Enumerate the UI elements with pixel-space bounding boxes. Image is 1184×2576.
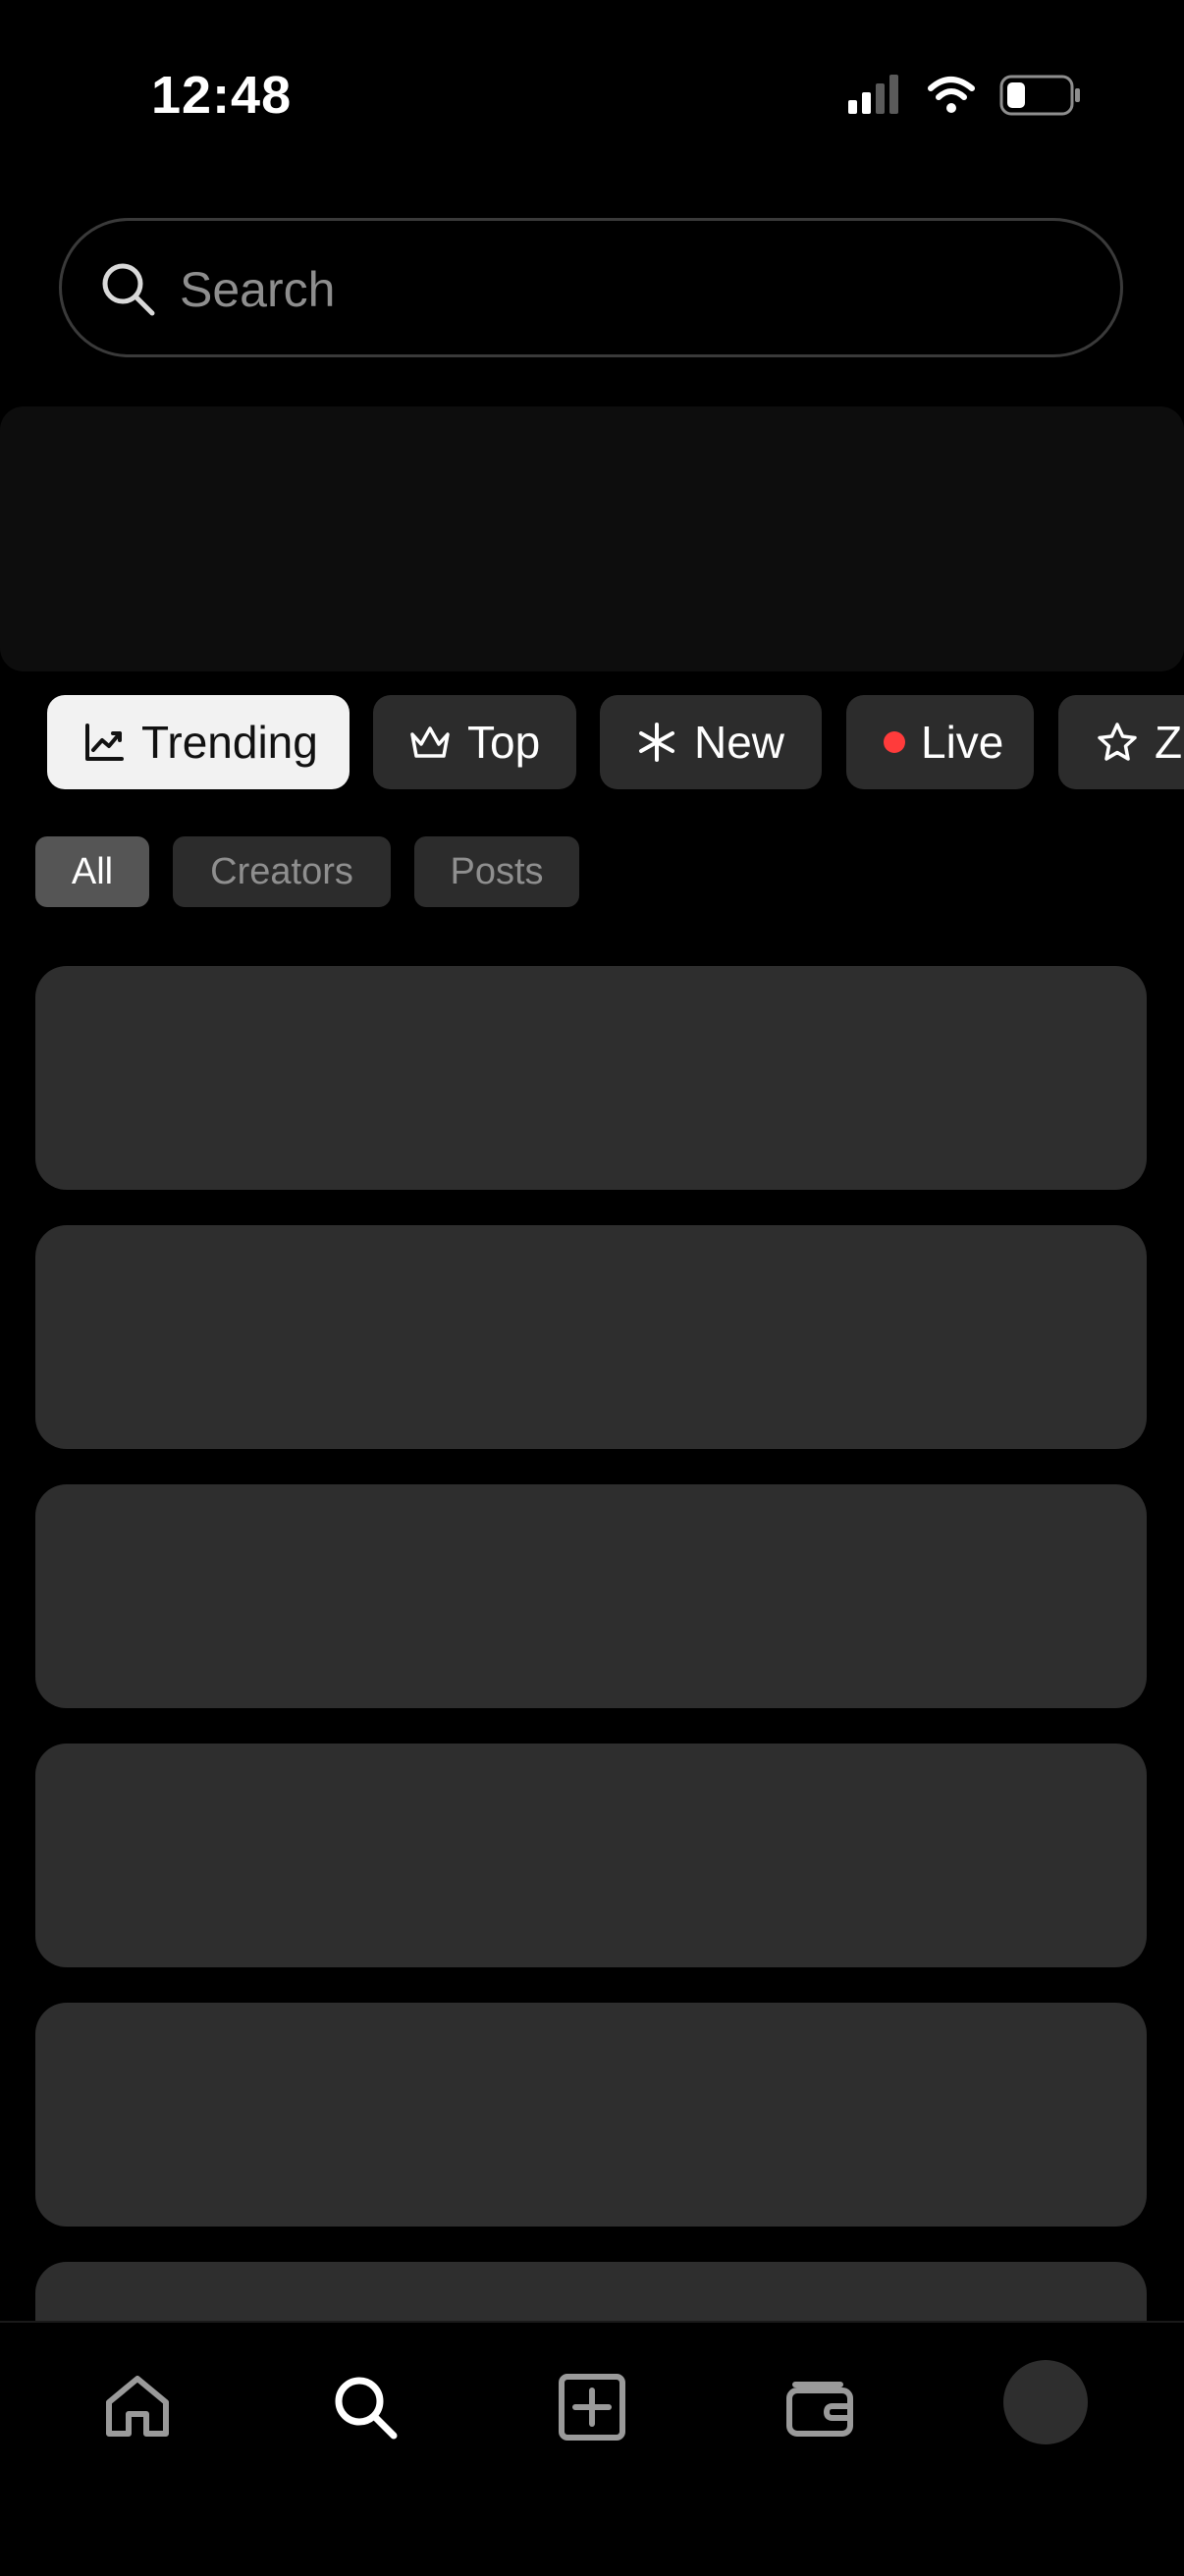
chip-zo-label: Zo — [1155, 717, 1184, 768]
list-item-placeholder[interactable] — [35, 1484, 1147, 1708]
battery-icon — [999, 75, 1080, 116]
banner-placeholder — [0, 406, 1184, 671]
list-item-placeholder[interactable] — [35, 2262, 1147, 2321]
chip-zo[interactable]: Zo — [1058, 695, 1184, 789]
wallet-icon — [786, 2382, 853, 2437]
search-icon — [102, 263, 155, 316]
crown-icon — [410, 726, 450, 758]
wifi-icon — [928, 77, 975, 113]
chip-trending[interactable]: Trending — [47, 695, 350, 789]
chip-top-label: Top — [467, 717, 541, 768]
chip-top[interactable]: Top — [373, 695, 576, 789]
filter-row[interactable]: All Creators Posts — [0, 836, 1184, 907]
cellular-signal-icon — [848, 75, 898, 114]
asterisk-icon — [639, 723, 674, 762]
status-time: 12:48 — [151, 66, 293, 125]
category-chip-row[interactable]: Trending Top New Live Zo — [0, 695, 1184, 789]
chip-new-label: New — [694, 717, 785, 768]
trending-chart-icon — [85, 724, 124, 761]
chip-live-label: Live — [921, 717, 1004, 768]
status-bar: 12:48 — [0, 0, 1184, 187]
list-item-placeholder[interactable] — [35, 1225, 1147, 1449]
status-icons — [846, 71, 1082, 118]
list-item-placeholder[interactable] — [35, 966, 1147, 1190]
home-icon — [106, 2376, 169, 2437]
star-icon — [1098, 723, 1137, 761]
bottom-tab-bar — [0, 2321, 1184, 2576]
search-bar[interactable] — [59, 218, 1123, 357]
list-item-placeholder[interactable] — [35, 2003, 1147, 2227]
status-icons-svg — [848, 75, 1080, 116]
filter-creators[interactable]: Creators — [173, 836, 391, 907]
search-icon — [335, 2377, 398, 2440]
live-dot-icon — [884, 731, 905, 753]
tab-search[interactable] — [316, 2358, 414, 2456]
results-list[interactable] — [35, 966, 1149, 2321]
chip-live[interactable]: Live — [846, 695, 1034, 789]
filter-all[interactable]: All — [35, 836, 149, 907]
profile-avatar[interactable] — [1003, 2360, 1088, 2444]
chip-trending-label: Trending — [141, 717, 318, 768]
chip-new[interactable]: New — [600, 695, 822, 789]
filter-posts[interactable]: Posts — [414, 836, 579, 907]
tab-wallet[interactable] — [771, 2358, 869, 2456]
tab-home[interactable] — [88, 2358, 187, 2456]
create-icon — [559, 2374, 625, 2441]
tab-create[interactable] — [543, 2358, 641, 2456]
list-item-placeholder[interactable] — [35, 1744, 1147, 1967]
search-input[interactable] — [180, 250, 1083, 329]
